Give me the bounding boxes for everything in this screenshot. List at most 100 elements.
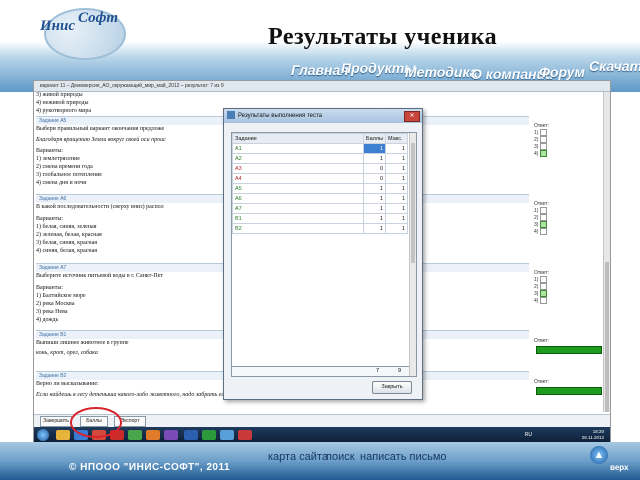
dialog-titlebar: Результаты выполнения теста	[224, 109, 422, 123]
up-label[interactable]: верх	[610, 463, 629, 472]
option-label: 4)	[534, 297, 539, 304]
total-score: 7	[376, 368, 380, 374]
start-button[interactable]	[37, 429, 49, 441]
answer-checkbox-checked[interactable]	[540, 290, 548, 297]
table-header-row: Задание Баллы Макс.	[232, 133, 409, 144]
clock-date: 28.11.2012	[581, 435, 604, 440]
answer-checkbox[interactable]	[540, 136, 548, 143]
option-label: 3)	[534, 290, 539, 297]
task-cell: А4	[232, 173, 364, 184]
column-header-score: Баллы	[362, 133, 387, 144]
word-icon[interactable]	[184, 430, 198, 440]
option-label: 2)	[534, 283, 539, 290]
answer-checkbox-checked[interactable]	[540, 221, 548, 228]
finish-button[interactable]: Завершить	[40, 416, 72, 427]
table-row[interactable]: А3 0 1	[232, 163, 409, 174]
page-title: Результаты ученика	[268, 24, 498, 50]
answer-checkbox-checked[interactable]	[540, 150, 548, 157]
dialog-icon	[227, 111, 235, 120]
answer-checkbox[interactable]	[540, 214, 548, 221]
footer-link-write[interactable]: написать письмо	[360, 451, 447, 463]
max-cell: 1	[385, 203, 409, 214]
close-button[interactable]: Закрыть	[372, 381, 412, 394]
option-label: 1)	[534, 207, 539, 214]
close-icon[interactable]: ✕	[404, 111, 420, 122]
answer-checkbox[interactable]	[540, 297, 548, 304]
app-icon[interactable]	[164, 430, 178, 440]
answer-box: Ответ: 1) 2) 3) 4)	[534, 270, 602, 304]
up-arrow-icon[interactable]: ▲	[590, 446, 608, 464]
footer-link-search[interactable]: поиск	[326, 451, 355, 463]
nav-home[interactable]: Главная	[291, 62, 349, 78]
answer-box: Ответ: 1) 2) 3) 4)	[534, 123, 602, 157]
table-row[interactable]: В1 1 1	[232, 213, 409, 224]
excel-icon[interactable]	[202, 430, 216, 440]
score-cell: 1	[362, 193, 387, 204]
language-indicator[interactable]: RU	[525, 432, 532, 438]
option-label: 2)	[534, 214, 539, 221]
answer-label: Ответ:	[534, 379, 550, 385]
table-row[interactable]: А6 1 1	[232, 193, 409, 204]
answer-checkbox[interactable]	[540, 276, 548, 283]
highlight-circle	[70, 407, 122, 438]
table-row[interactable]: В2 1 1	[232, 223, 409, 234]
grid-scrollbar[interactable]	[409, 133, 416, 376]
table-row[interactable]: А2 1 1	[232, 153, 409, 164]
scrollbar-thumb[interactable]	[411, 143, 415, 263]
logo-text-soft: Софт	[78, 10, 119, 26]
answer-checkbox[interactable]	[540, 283, 548, 290]
max-cell: 1	[385, 183, 409, 194]
max-cell: 1	[385, 223, 409, 234]
score-cell: 1	[362, 213, 387, 224]
app-icon[interactable]	[128, 430, 142, 440]
max-cell: 1	[385, 173, 409, 184]
table-row[interactable]: А4 0 1	[232, 173, 409, 184]
nav-method[interactable]: Методика	[405, 64, 478, 80]
table-row[interactable]: А1 1 1	[232, 143, 409, 154]
app-icon[interactable]	[238, 430, 252, 440]
company-logo[interactable]: Инис Софт	[36, 6, 126, 60]
score-cell: 1	[362, 183, 387, 194]
answer-checkbox[interactable]	[540, 228, 548, 235]
answer-field[interactable]	[536, 387, 602, 395]
option-label: 3)	[534, 143, 539, 150]
answer-checkbox[interactable]	[540, 143, 548, 150]
answer-field[interactable]	[536, 346, 602, 354]
score-cell: 1	[362, 203, 387, 214]
footer-link-sitemap[interactable]: карта сайта	[268, 451, 328, 463]
logo-text-inis: Инис	[40, 18, 75, 34]
answer-checkbox[interactable]	[540, 129, 548, 136]
copyright-text: © НПООО "ИНИС-СОФТ", 2011	[69, 462, 231, 473]
task-cell: А7	[232, 203, 364, 214]
task-cell: А3	[232, 163, 364, 174]
task-cell: А6	[232, 193, 364, 204]
option-label: 4)	[534, 150, 539, 157]
table-row[interactable]: А5 1 1	[232, 183, 409, 194]
scrollbar-thumb[interactable]	[605, 262, 609, 412]
results-table: Задание Баллы Макс. А1 1 1 А2 1 1 А3 0 1 А4 0 1 …	[232, 133, 409, 234]
results-dialog: Результаты выполнения теста ✕ Задание Ба…	[223, 108, 423, 400]
option-label: 1)	[534, 129, 539, 136]
task-cell: В2	[232, 223, 364, 234]
explorer-icon[interactable]	[56, 430, 70, 440]
nav-download[interactable]: Скачать	[589, 58, 640, 74]
option-label: 4)	[534, 228, 539, 235]
totals-row: 7 9	[232, 366, 410, 376]
total-max: 9	[398, 368, 402, 374]
task-cell: В1	[232, 213, 364, 224]
score-cell[interactable]: 1	[362, 143, 387, 154]
answer-checkbox[interactable]	[540, 207, 548, 214]
nav-forum[interactable]: Форум	[539, 64, 585, 80]
app-icon[interactable]	[146, 430, 160, 440]
answer-label: Ответ:	[534, 338, 550, 344]
column-header-max: Макс.	[385, 133, 409, 144]
question-line: 4) неживой природы	[36, 100, 89, 106]
table-row[interactable]: А7 1 1	[232, 203, 409, 214]
task-cell: А2	[232, 153, 364, 164]
option-label: 1)	[534, 276, 539, 283]
vertical-scrollbar[interactable]	[603, 92, 610, 412]
app-icon[interactable]	[220, 430, 234, 440]
question-line: 3) живой природы	[36, 92, 83, 98]
max-cell: 1	[385, 153, 409, 164]
score-cell: 0	[362, 163, 387, 174]
